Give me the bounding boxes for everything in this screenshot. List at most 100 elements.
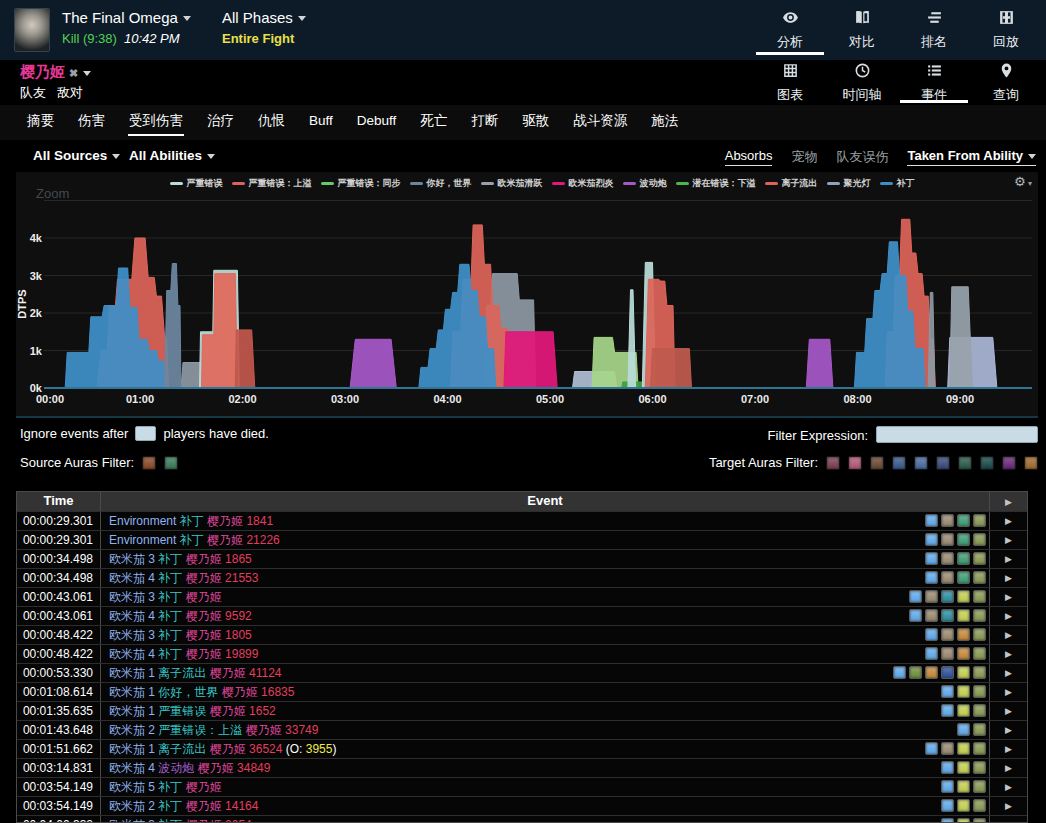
aura-icon[interactable] bbox=[957, 742, 970, 755]
aura-icon[interactable] bbox=[973, 609, 986, 622]
event-source[interactable]: 欧米茄 1 bbox=[109, 742, 155, 756]
table-row[interactable]: 00:01:51.662欧米茄 1 离子流出 樱乃姬 36524 (O: 395… bbox=[17, 739, 1027, 758]
table-row[interactable]: 00:00:43.061欧米茄 3 补丁 樱乃姬▶ bbox=[17, 587, 1027, 606]
target-aura-icon[interactable] bbox=[826, 456, 840, 470]
target-aura-icon[interactable] bbox=[980, 456, 994, 470]
expand-row-button[interactable]: ▶ bbox=[989, 702, 1027, 720]
aura-icon[interactable] bbox=[957, 799, 970, 812]
event-target[interactable]: 樱乃姬 bbox=[207, 514, 243, 528]
tab-3[interactable]: 治疗 bbox=[206, 110, 235, 136]
target-aura-icon[interactable] bbox=[958, 456, 972, 470]
event-target[interactable]: 樱乃姬 bbox=[246, 723, 282, 737]
aura-icon[interactable] bbox=[893, 666, 906, 679]
event-target[interactable]: 樱乃姬 bbox=[186, 609, 222, 623]
source-aura-icon[interactable] bbox=[164, 456, 178, 470]
event-ability[interactable]: 严重错误 bbox=[158, 704, 206, 718]
event-ability[interactable]: 离子流出 bbox=[158, 666, 206, 680]
event-target[interactable]: 樱乃姬 bbox=[222, 685, 258, 699]
target-aura-icon[interactable] bbox=[848, 456, 862, 470]
aura-icon[interactable] bbox=[941, 780, 954, 793]
aura-icon[interactable] bbox=[957, 666, 970, 679]
aura-icon[interactable] bbox=[941, 514, 954, 527]
ignore-deaths-input[interactable] bbox=[135, 426, 156, 441]
aura-icon[interactable] bbox=[941, 761, 954, 774]
event-ability[interactable]: 补丁 bbox=[158, 571, 182, 585]
aura-icon[interactable] bbox=[957, 685, 970, 698]
event-target[interactable]: 樱乃姬 bbox=[198, 761, 234, 775]
target-aura-icon[interactable] bbox=[914, 456, 928, 470]
aura-icon[interactable] bbox=[973, 533, 986, 546]
aura-icon[interactable] bbox=[941, 799, 954, 812]
aura-icon[interactable] bbox=[973, 514, 986, 527]
legend-item[interactable]: 严重错误：同步 bbox=[321, 177, 401, 190]
source-aura-icon[interactable] bbox=[142, 456, 156, 470]
table-row[interactable]: 00:00:43.061欧米茄 4 补丁 樱乃姬 9592▶ bbox=[17, 606, 1027, 625]
filter-option-0[interactable]: Absorbs bbox=[725, 148, 773, 166]
aura-icon[interactable] bbox=[941, 818, 954, 823]
legend-item[interactable]: 离子流出 bbox=[765, 177, 818, 190]
target-link-1[interactable]: 敌对 bbox=[57, 85, 83, 100]
event-source[interactable]: 欧米茄 4 bbox=[109, 761, 155, 775]
legend-item[interactable]: 严重错误：上溢 bbox=[232, 177, 312, 190]
aura-icon[interactable] bbox=[925, 533, 938, 546]
event-source[interactable]: 欧米茄 2 bbox=[109, 799, 155, 813]
aura-icon[interactable] bbox=[941, 533, 954, 546]
aura-icon[interactable] bbox=[925, 514, 938, 527]
aura-icon[interactable] bbox=[973, 590, 986, 603]
chart-settings-icon[interactable]: ⚙ ▾ bbox=[1014, 174, 1032, 189]
target-aura-icon[interactable] bbox=[1024, 456, 1038, 470]
aura-icon[interactable] bbox=[941, 742, 954, 755]
target-aura-icon[interactable] bbox=[936, 456, 950, 470]
event-source[interactable]: 欧米茄 4 bbox=[109, 609, 155, 623]
event-source[interactable]: 欧米茄 3 bbox=[109, 590, 155, 604]
event-target[interactable]: 樱乃姬 bbox=[186, 590, 222, 604]
event-source[interactable]: Environment bbox=[109, 533, 176, 547]
expand-row-button[interactable]: ▶ bbox=[989, 550, 1027, 568]
aura-icon[interactable] bbox=[957, 514, 970, 527]
legend-item[interactable]: 聚光灯 bbox=[827, 177, 871, 190]
event-column-header[interactable]: Event bbox=[101, 492, 989, 511]
chart-plot[interactable]: 0k1k2k3k4k00:0001:0002:0003:0004:0005:00… bbox=[16, 172, 1038, 418]
tab-5[interactable]: Buff bbox=[308, 111, 334, 134]
event-source[interactable]: 欧米茄 4 bbox=[109, 571, 155, 585]
legend-item[interactable]: 欧米茄烈炎 bbox=[552, 177, 614, 190]
aura-icon[interactable] bbox=[925, 571, 938, 584]
aura-icon[interactable] bbox=[973, 628, 986, 641]
expand-column-header[interactable]: ▶ bbox=[989, 492, 1027, 511]
event-ability[interactable]: 你好，世界 bbox=[158, 685, 218, 699]
aura-icon[interactable] bbox=[957, 723, 970, 736]
table-row[interactable]: 00:01:08.614欧米茄 1 你好，世界 樱乃姬 16835▶ bbox=[17, 682, 1027, 701]
target-aura-icon[interactable] bbox=[870, 456, 884, 470]
expand-row-button[interactable]: ▶ bbox=[989, 569, 1027, 587]
aura-icon[interactable] bbox=[925, 590, 938, 603]
aura-icon[interactable] bbox=[957, 761, 970, 774]
aura-icon[interactable] bbox=[941, 571, 954, 584]
tab-11[interactable]: 施法 bbox=[650, 110, 679, 136]
event-ability[interactable]: 补丁 bbox=[180, 533, 204, 547]
aura-icon[interactable] bbox=[909, 609, 922, 622]
table-row[interactable]: 00:03:54.149欧米茄 2 补丁 樱乃姬 14164▶ bbox=[17, 796, 1027, 815]
target-aura-icon[interactable] bbox=[1002, 456, 1016, 470]
aura-icon[interactable] bbox=[925, 647, 938, 660]
aura-icon[interactable] bbox=[973, 685, 986, 698]
aura-icon[interactable] bbox=[973, 761, 986, 774]
aura-icon[interactable] bbox=[941, 609, 954, 622]
aura-icon[interactable] bbox=[941, 685, 954, 698]
table-row[interactable]: 00:00:53.330欧米茄 1 离子流出 樱乃姬 41124▶ bbox=[17, 663, 1027, 682]
nav-eye[interactable]: 分析 bbox=[754, 0, 826, 60]
tab-4[interactable]: 仇恨 bbox=[257, 110, 286, 136]
table-row[interactable]: 00:01:35.635欧米茄 1 严重错误 樱乃姬 1652▶ bbox=[17, 701, 1027, 720]
event-ability[interactable]: 补丁 bbox=[158, 552, 182, 566]
aura-icon[interactable] bbox=[973, 780, 986, 793]
aura-icon[interactable] bbox=[941, 666, 954, 679]
event-target[interactable]: 樱乃姬 bbox=[186, 552, 222, 566]
legend-item[interactable]: 波动炮 bbox=[623, 177, 667, 190]
aura-icon[interactable] bbox=[973, 571, 986, 584]
time-column-header[interactable]: Time bbox=[17, 492, 101, 511]
event-ability[interactable]: 补丁 bbox=[158, 590, 182, 604]
table-row[interactable]: 00:01:43.648欧米茄 2 严重错误：上溢 樱乃姬 33749▶ bbox=[17, 720, 1027, 739]
aura-icon[interactable] bbox=[941, 628, 954, 641]
event-target[interactable]: 樱乃姬 bbox=[207, 533, 243, 547]
aura-icon[interactable] bbox=[957, 628, 970, 641]
expand-row-button[interactable]: ▶ bbox=[989, 721, 1027, 739]
